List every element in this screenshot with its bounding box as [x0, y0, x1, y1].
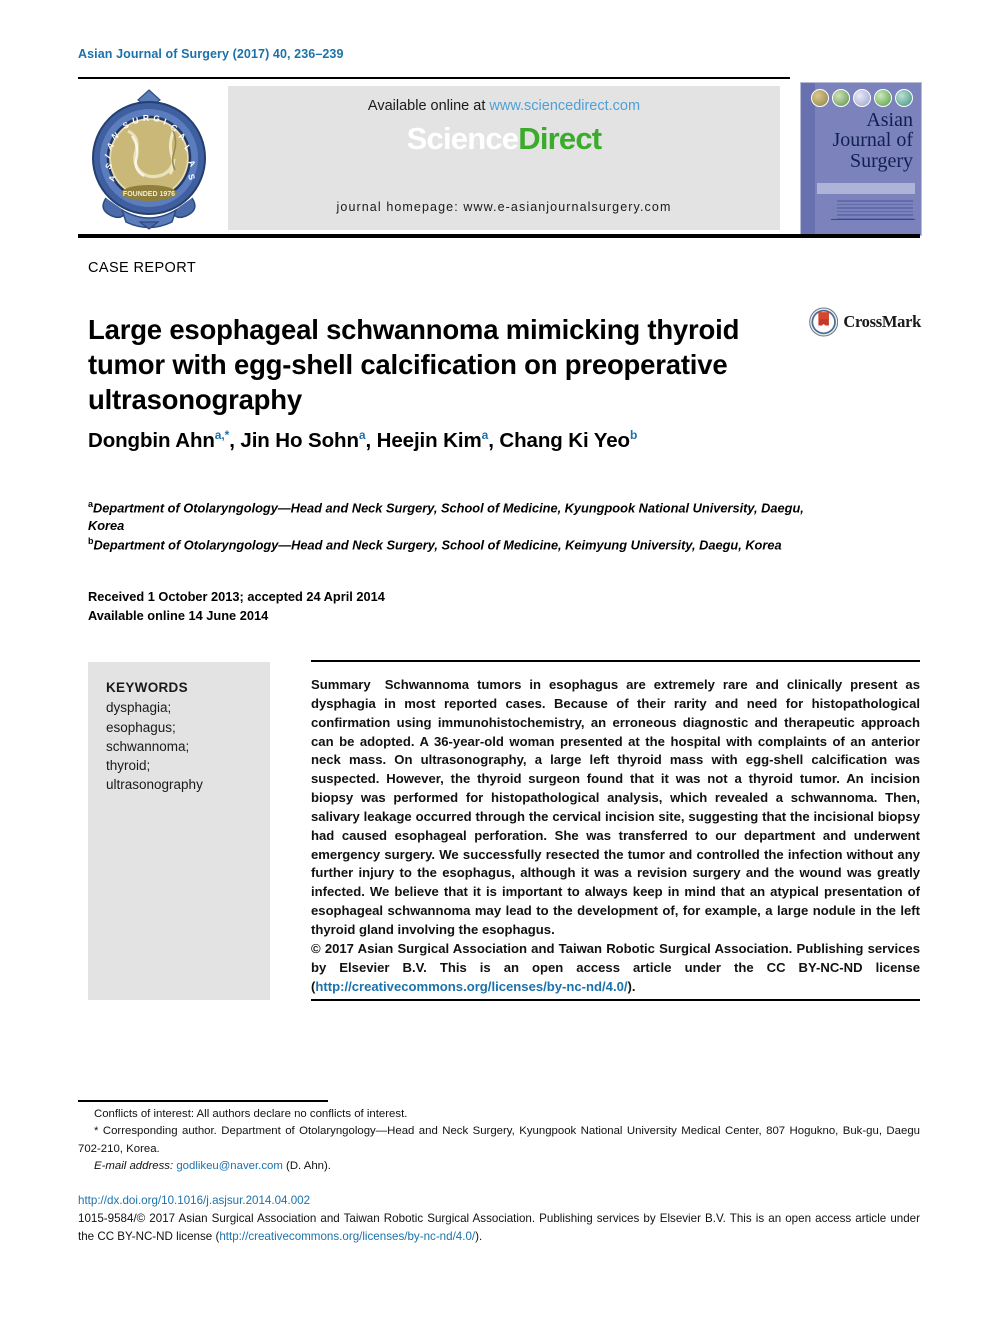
conflicts-of-interest-note: Conflicts of interest: All authors decla…: [94, 1108, 408, 1120]
abstract-section: Summary Schwannoma tumors in esophagus ar…: [311, 676, 920, 996]
article-page: Asian Journal of Surgery (2017) 40, 236–…: [0, 0, 992, 1323]
abstract-label: Summary: [311, 677, 371, 692]
masthead-top-rule: [78, 77, 790, 79]
author-name: Jin Ho Sohn: [240, 428, 359, 452]
crossmark-badge[interactable]: CrossMark: [809, 298, 921, 346]
cover-title-line-3: Surgery: [850, 149, 913, 172]
abstract-paragraph: Summary Schwannoma tumors in esophagus ar…: [311, 676, 920, 940]
asian-surgical-association-logo-icon: A S I A N S U R G I C A L A S FOUNDED 19…: [88, 86, 210, 230]
copyright-tail: ).: [627, 978, 636, 994]
cover-highlight-band: [817, 183, 915, 194]
email-note: E-mail address: godlikeu@naver.com (D. A…: [78, 1158, 920, 1175]
keyword-item: ultrasonography: [106, 777, 203, 793]
email-label: E-mail address:: [94, 1159, 174, 1172]
article-history: Received 1 October 2013; accepted 24 Apr…: [88, 588, 385, 625]
imprint-legal-text: 1015-9584/© 2017 Asian Surgical Associat…: [78, 1210, 920, 1246]
affiliation-text: Department of Otolaryngology—Head and Ne…: [93, 536, 782, 552]
society-badge-icon: [811, 89, 829, 107]
received-accepted-dates: Received 1 October 2013; accepted 24 Apr…: [88, 589, 385, 604]
abstract-top-rule: [311, 660, 920, 662]
available-online-text: Available online at www.sciencedirect.co…: [228, 98, 780, 114]
available-online-label: Available online at: [367, 98, 490, 114]
cover-text-lines: [837, 200, 913, 221]
footnote-section: Conflicts of interest: All authors decla…: [78, 1106, 920, 1175]
keywords-panel: KEYWORDS dysphagia; esophagus; schwannom…: [88, 662, 270, 1000]
keywords-heading: KEYWORDS: [106, 680, 188, 695]
cover-bottom-rule: [831, 219, 915, 220]
sciencedirect-link[interactable]: www.sciencedirect.com: [489, 98, 640, 114]
society-badge-icon: [895, 89, 913, 107]
society-badge-icon: [874, 89, 892, 107]
sciencedirect-banner: Available online at www.sciencedirect.co…: [228, 86, 780, 230]
author-name: Heejin Kim: [376, 428, 482, 452]
email-link[interactable]: godlikeu@naver.com: [176, 1160, 283, 1172]
author-name: Chang Ki Yeo: [499, 428, 630, 452]
affiliation-item: aDepartment of Otolaryngology—Head and N…: [88, 498, 828, 535]
affiliation-item: bDepartment of Otolaryngology—Head and N…: [88, 535, 828, 554]
society-badge-icon: [832, 89, 850, 107]
abstract-body: Schwannoma tumors in esophagus are extre…: [311, 677, 920, 937]
author-name: Dongbin Ahn: [88, 428, 215, 452]
doi-link[interactable]: http://dx.doi.org/10.1016/j.asjsur.2014.…: [78, 1192, 920, 1210]
cover-title-line-1: Asian: [866, 109, 913, 131]
available-online-date: Available online 14 June 2014: [88, 607, 269, 623]
wordmark-direct: Direct: [518, 121, 602, 156]
author-affiliation-marks: a: [481, 428, 489, 442]
keyword-item: esophagus;: [106, 719, 176, 735]
masthead-bottom-rule: [78, 234, 920, 238]
abstract-bottom-rule: [311, 999, 920, 1001]
crossmark-icon: [809, 307, 839, 337]
author-affiliation-marks: b: [629, 428, 638, 442]
author-list: Dongbin Ahna,*, Jin Ho Sohna, Heejin Kim…: [88, 428, 638, 452]
running-head: Asian Journal of Surgery (2017) 40, 236–…: [78, 47, 344, 61]
wordmark-science: Science: [406, 121, 519, 156]
keyword-item: thyroid;: [106, 758, 151, 774]
svg-text:FOUNDED 1976: FOUNDED 1976: [123, 191, 175, 198]
corresponding-author-note: * Corresponding author. Department of Ot…: [78, 1125, 920, 1155]
cover-title-line-2: Journal of: [832, 129, 913, 152]
journal-homepage-text: journal homepage: www.e-asianjournalsurg…: [336, 200, 672, 214]
society-badge-icon: [853, 89, 871, 107]
email-owner: (D. Ahn).: [286, 1159, 331, 1172]
imprint-section: http://dx.doi.org/10.1016/j.asjsur.2014.…: [78, 1192, 920, 1246]
imprint-license-link[interactable]: http://creativecommons.org/licenses/by-n…: [219, 1230, 475, 1243]
affiliation-list: aDepartment of Otolaryngology—Head and N…: [88, 498, 828, 554]
imprint-legal-prefix: 1015-9584/© 2017 Asian Surgical Associat…: [78, 1211, 920, 1243]
keywords-list: dysphagia; esophagus; schwannoma; thyroi…: [106, 698, 270, 794]
author-affiliation-marks: a,*: [214, 428, 230, 442]
affiliation-text: Department of Otolaryngology—Head and Ne…: [88, 500, 804, 533]
imprint-legal-tail: ).: [475, 1229, 483, 1243]
page-title: Large esophageal schwannoma mimicking th…: [88, 314, 740, 416]
cover-journal-title: Asian Journal of Surgery: [832, 109, 913, 172]
cover-society-badges: [811, 89, 913, 107]
abstract-copyright: © 2017 Asian Surgical Association and Ta…: [311, 940, 920, 997]
sciencedirect-wordmark: ScienceDirect: [228, 121, 780, 157]
crossmark-label: CrossMark: [843, 312, 921, 331]
svg-text:R: R: [143, 113, 149, 123]
author-affiliation-marks: a: [358, 428, 366, 442]
license-link[interactable]: http://creativecommons.org/licenses/by-n…: [315, 979, 627, 994]
footnote-rule: [78, 1100, 328, 1102]
article-type-label: CASE REPORT: [88, 260, 197, 276]
keyword-item: dysphagia;: [106, 700, 172, 716]
journal-cover-thumbnail: Asian Journal of Surgery: [800, 82, 922, 236]
keyword-item: schwannoma;: [106, 738, 190, 754]
